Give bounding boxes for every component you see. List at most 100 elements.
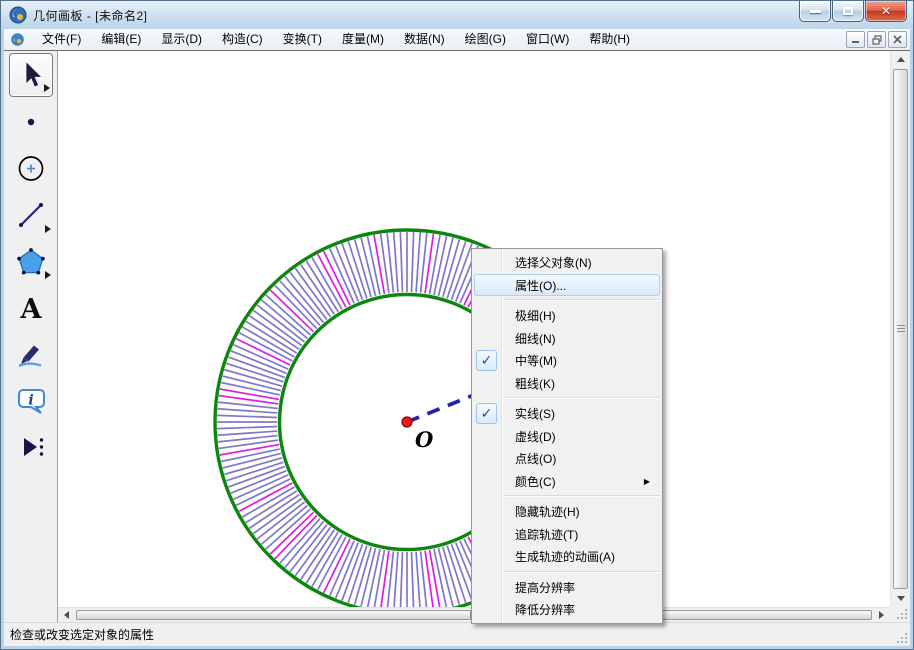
scroll-left-button[interactable] xyxy=(58,608,75,622)
menu-item-label: 提高分辨率 xyxy=(515,581,575,595)
menubar-item-construct[interactable]: 构造(C) xyxy=(212,29,273,50)
menu-item-label: 细线(N) xyxy=(515,332,556,346)
selection-arrow-tool[interactable] xyxy=(9,53,53,97)
checkmark-icon: ✓ xyxy=(476,403,497,424)
maximize-icon xyxy=(843,7,853,15)
marker-tool[interactable] xyxy=(9,332,53,376)
context-menu-item-animate-locus[interactable]: 生成轨迹的动画(A) xyxy=(474,545,660,568)
menu-bar: 文件(F)编辑(E)显示(D)构造(C)变换(T)度量(M)数据(N)绘图(G)… xyxy=(4,29,910,51)
hatch-line-accent xyxy=(220,445,279,455)
maximize-button[interactable] xyxy=(832,1,864,22)
context-menu-item-style-solid[interactable]: ✓实线(S) xyxy=(474,402,660,425)
menu-separator xyxy=(504,397,660,398)
svg-text:i: i xyxy=(28,392,33,408)
vertical-scrollbar-thumb[interactable] xyxy=(893,69,908,589)
segment-icon xyxy=(13,197,49,233)
app-icon xyxy=(9,6,27,24)
scroll-up-button[interactable] xyxy=(891,51,910,68)
context-menu: 选择父对象(N) 属性(O)... 极细(H) 细线(N) ✓ 中等(M) 粗线(K) ✓实线… xyxy=(471,248,663,624)
menu-item-label: 属性(O)... xyxy=(515,279,566,293)
menubar-item-graph[interactable]: 绘图(G) xyxy=(455,29,516,50)
arrow-right-icon xyxy=(879,611,884,619)
context-menu-item-increase-resolution[interactable]: 提高分辨率 xyxy=(474,576,660,599)
flyout-arrow-icon xyxy=(44,84,50,92)
close-button[interactable]: ✕ xyxy=(865,1,907,22)
context-menu-item-line-hairline[interactable]: 极细(H) xyxy=(474,304,660,327)
point-tool[interactable] xyxy=(9,100,53,144)
close-icon xyxy=(893,35,902,44)
menu-item-label: 生成轨迹的动画(A) xyxy=(515,550,615,564)
hatch-line xyxy=(217,427,277,429)
arrow-left-icon xyxy=(64,611,69,619)
checkmark-icon: ✓ xyxy=(476,350,497,371)
menu-item-label: 中等(M) xyxy=(515,354,557,368)
resize-grip-icon xyxy=(896,608,908,620)
hatch-line xyxy=(217,415,277,417)
context-menu-item-style-dashed[interactable]: 虚线(D) xyxy=(474,425,660,448)
hatch-line xyxy=(236,479,290,505)
menubar-item-measure[interactable]: 度量(M) xyxy=(332,29,394,50)
point-label[interactable]: O xyxy=(415,427,434,452)
menubar-item-edit[interactable]: 编辑(E) xyxy=(91,29,151,50)
context-menu-item-trace-locus[interactable]: 追踪轨迹(T) xyxy=(474,523,660,546)
tool-palette: Ai xyxy=(4,51,58,622)
context-menu-item-style-dotted[interactable]: 点线(O) xyxy=(474,447,660,470)
menubar-item-transform[interactable]: 变换(T) xyxy=(273,29,332,50)
document-icon xyxy=(10,32,25,47)
hatch-line-accent xyxy=(236,339,290,365)
straightedge-tool[interactable] xyxy=(9,193,53,237)
context-menu-item-line-thick[interactable]: 粗线(K) xyxy=(474,372,660,395)
window-title: 几何画板 - [未命名2] xyxy=(33,7,148,24)
context-menu-item-select-parents[interactable]: 选择父对象(N) xyxy=(474,251,660,274)
circle-icon xyxy=(13,150,49,186)
letter-a-icon: A xyxy=(13,290,49,326)
thumb-grip xyxy=(897,325,905,333)
marker-pen-icon xyxy=(13,336,49,372)
menubar-items: 文件(F)编辑(E)显示(D)构造(C)变换(T)度量(M)数据(N)绘图(G)… xyxy=(32,29,640,50)
context-menu-item-line-medium[interactable]: ✓ 中等(M) xyxy=(474,349,660,372)
scroll-down-button[interactable] xyxy=(891,590,910,607)
context-menu-item-properties[interactable]: 属性(O)... xyxy=(474,274,660,297)
child-restore-button[interactable] xyxy=(867,31,886,48)
scroll-right-button[interactable] xyxy=(873,608,890,622)
menubar-item-window[interactable]: 窗口(W) xyxy=(516,29,579,50)
flyout-arrow-icon xyxy=(45,225,51,233)
context-menu-item-decrease-resolution[interactable]: 降低分辨率 xyxy=(474,598,660,621)
scrollbar-corner xyxy=(890,607,910,622)
context-menu-item-color[interactable]: 颜色(C)▶ xyxy=(474,470,660,493)
hatch-line-accent xyxy=(220,389,279,399)
app-window: 几何画板 - [未命名2] ✕ 文件(F)编辑(E)显示(D)构造(C)变换(T… xyxy=(0,0,914,650)
window-frame: 文件(F)编辑(E)显示(D)构造(C)变换(T)度量(M)数据(N)绘图(G)… xyxy=(4,29,910,646)
menu-item-label: 极细(H) xyxy=(515,309,556,323)
child-minimize-button[interactable] xyxy=(846,31,865,48)
restore-icon xyxy=(872,35,882,45)
svg-text:A: A xyxy=(20,294,43,325)
minimize-button[interactable] xyxy=(799,1,831,22)
polygon-tool[interactable] xyxy=(9,239,53,283)
child-close-button[interactable] xyxy=(888,31,907,48)
hatch-line xyxy=(412,552,414,607)
menubar-item-data[interactable]: 数据(N) xyxy=(394,29,455,50)
information-tool[interactable]: i xyxy=(9,379,53,423)
menu-item-label: 追踪轨迹(T) xyxy=(515,528,578,542)
center-point[interactable] xyxy=(402,417,412,427)
hatch-line xyxy=(217,409,277,413)
flyout-arrow-icon xyxy=(45,271,51,279)
compass-tool[interactable] xyxy=(9,146,53,190)
menu-item-label: 选择父对象(N) xyxy=(515,256,592,270)
menubar-item-help[interactable]: 帮助(H) xyxy=(579,29,640,50)
menubar-item-file[interactable]: 文件(F) xyxy=(32,29,91,50)
hatch-line xyxy=(217,431,277,435)
menubar-item-display[interactable]: 显示(D) xyxy=(151,29,212,50)
hatch-line-accent xyxy=(324,539,350,593)
vertical-scrollbar[interactable] xyxy=(890,51,910,607)
menu-separator xyxy=(504,495,660,496)
arrow-down-icon xyxy=(897,596,905,601)
context-menu-item-hide-locus[interactable]: 隐藏轨迹(H) xyxy=(474,500,660,523)
pentagon-icon xyxy=(13,243,49,279)
minimize-icon xyxy=(851,35,860,44)
hatch-line xyxy=(400,232,402,292)
text-tool[interactable]: A xyxy=(9,286,53,330)
context-menu-item-line-thin[interactable]: 细线(N) xyxy=(474,327,660,350)
custom-tool[interactable] xyxy=(9,425,53,469)
